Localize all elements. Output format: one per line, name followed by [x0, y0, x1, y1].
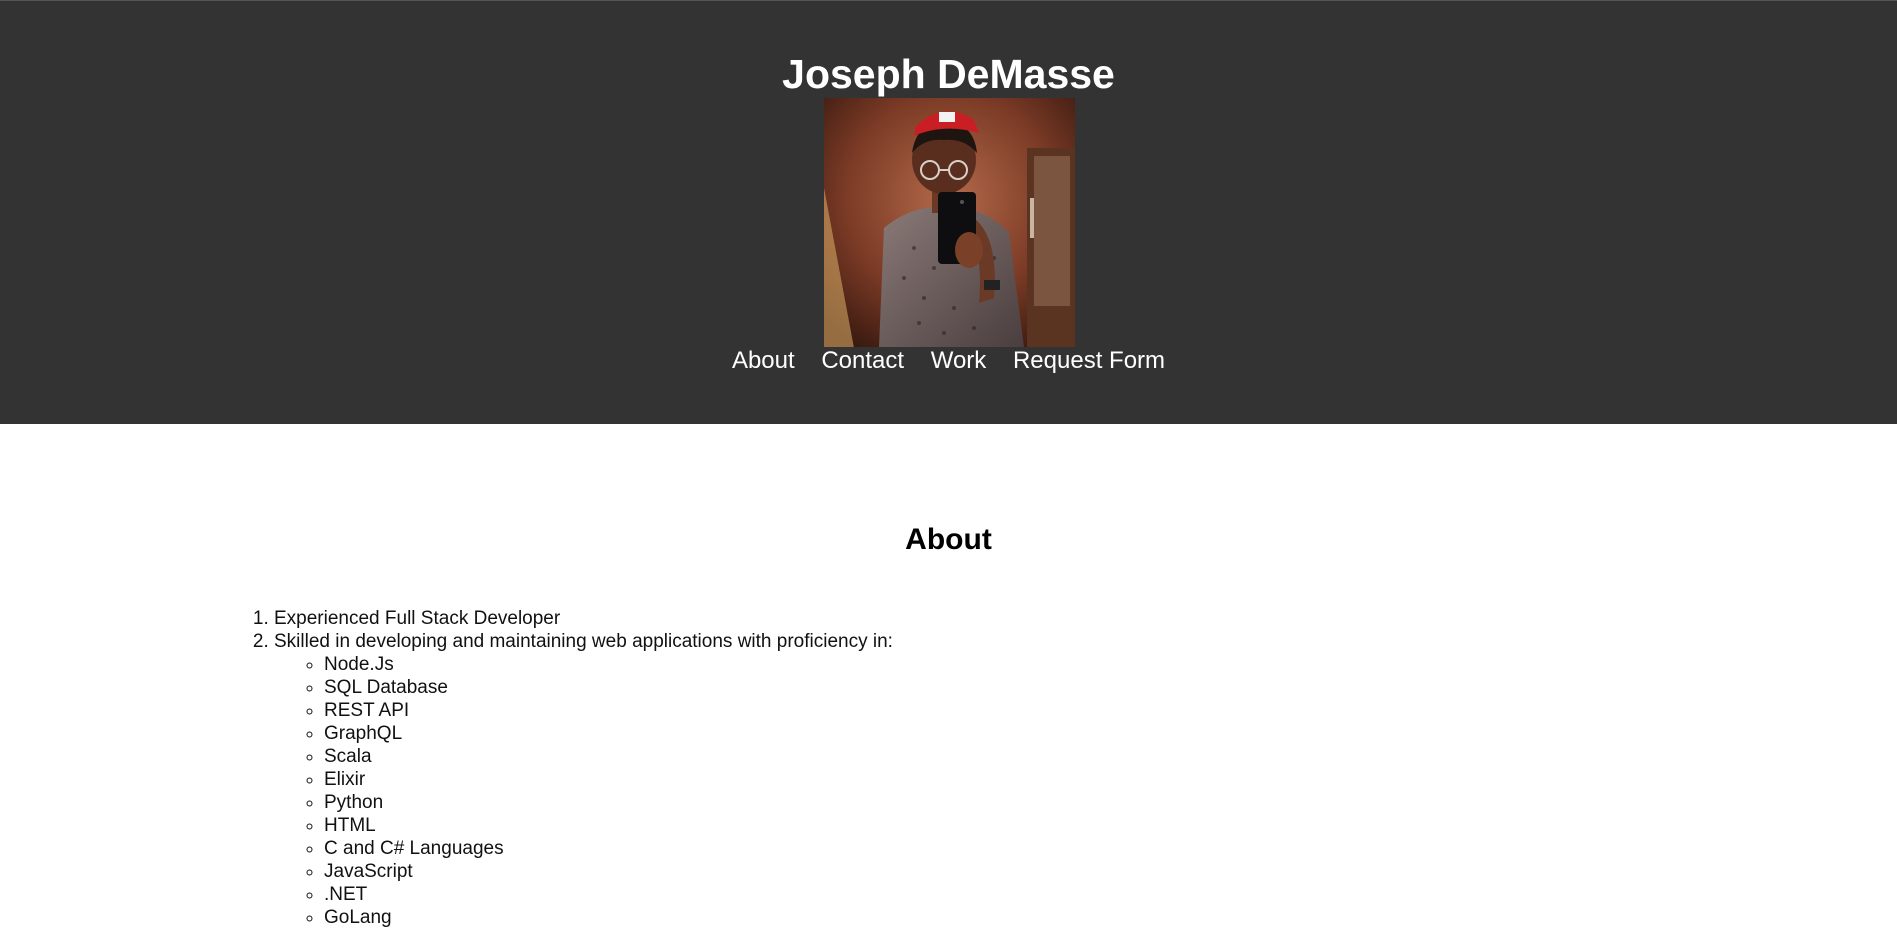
- skill-item: Python: [324, 791, 893, 814]
- skill-item: C and C# Languages: [324, 837, 893, 860]
- about-item-text: Skilled in developing and maintaining we…: [274, 631, 893, 652]
- skill-item: Elixir: [324, 768, 893, 791]
- nav-link-request-form[interactable]: Request Form: [1013, 347, 1165, 374]
- skill-item: Scala: [324, 745, 893, 768]
- profile-photo: [824, 98, 1075, 347]
- about-heading: About: [905, 523, 992, 556]
- skill-item: GraphQL: [324, 722, 893, 745]
- skill-item: GoLang: [324, 906, 893, 929]
- nav-link-about[interactable]: About: [732, 347, 795, 374]
- skill-item: JavaScript: [324, 860, 893, 883]
- about-item: Experienced Full Stack Developer: [274, 607, 893, 630]
- main-nav: About Contact Work Request Form: [0, 346, 1897, 376]
- nav-link-contact[interactable]: Contact: [821, 347, 904, 374]
- skill-item: REST API: [324, 699, 893, 722]
- skill-item: .NET: [324, 883, 893, 906]
- skill-item: Node.Js: [324, 653, 893, 676]
- nav-link-work[interactable]: Work: [931, 347, 987, 374]
- skills-list: Node.Js SQL Database REST API GraphQL Sc…: [274, 653, 893, 929]
- profile-photo-image: [824, 98, 1075, 347]
- about-item-text: Experienced Full Stack Developer: [274, 608, 561, 629]
- about-item: Skilled in developing and maintaining we…: [274, 630, 893, 929]
- site-header: Joseph DeMasse About Contact Work Reques…: [0, 0, 1897, 424]
- about-list: Experienced Full Stack Developer Skilled…: [250, 607, 893, 929]
- site-title: Joseph DeMasse: [782, 51, 1115, 97]
- skill-item: SQL Database: [324, 676, 893, 699]
- skill-item: HTML: [324, 814, 893, 837]
